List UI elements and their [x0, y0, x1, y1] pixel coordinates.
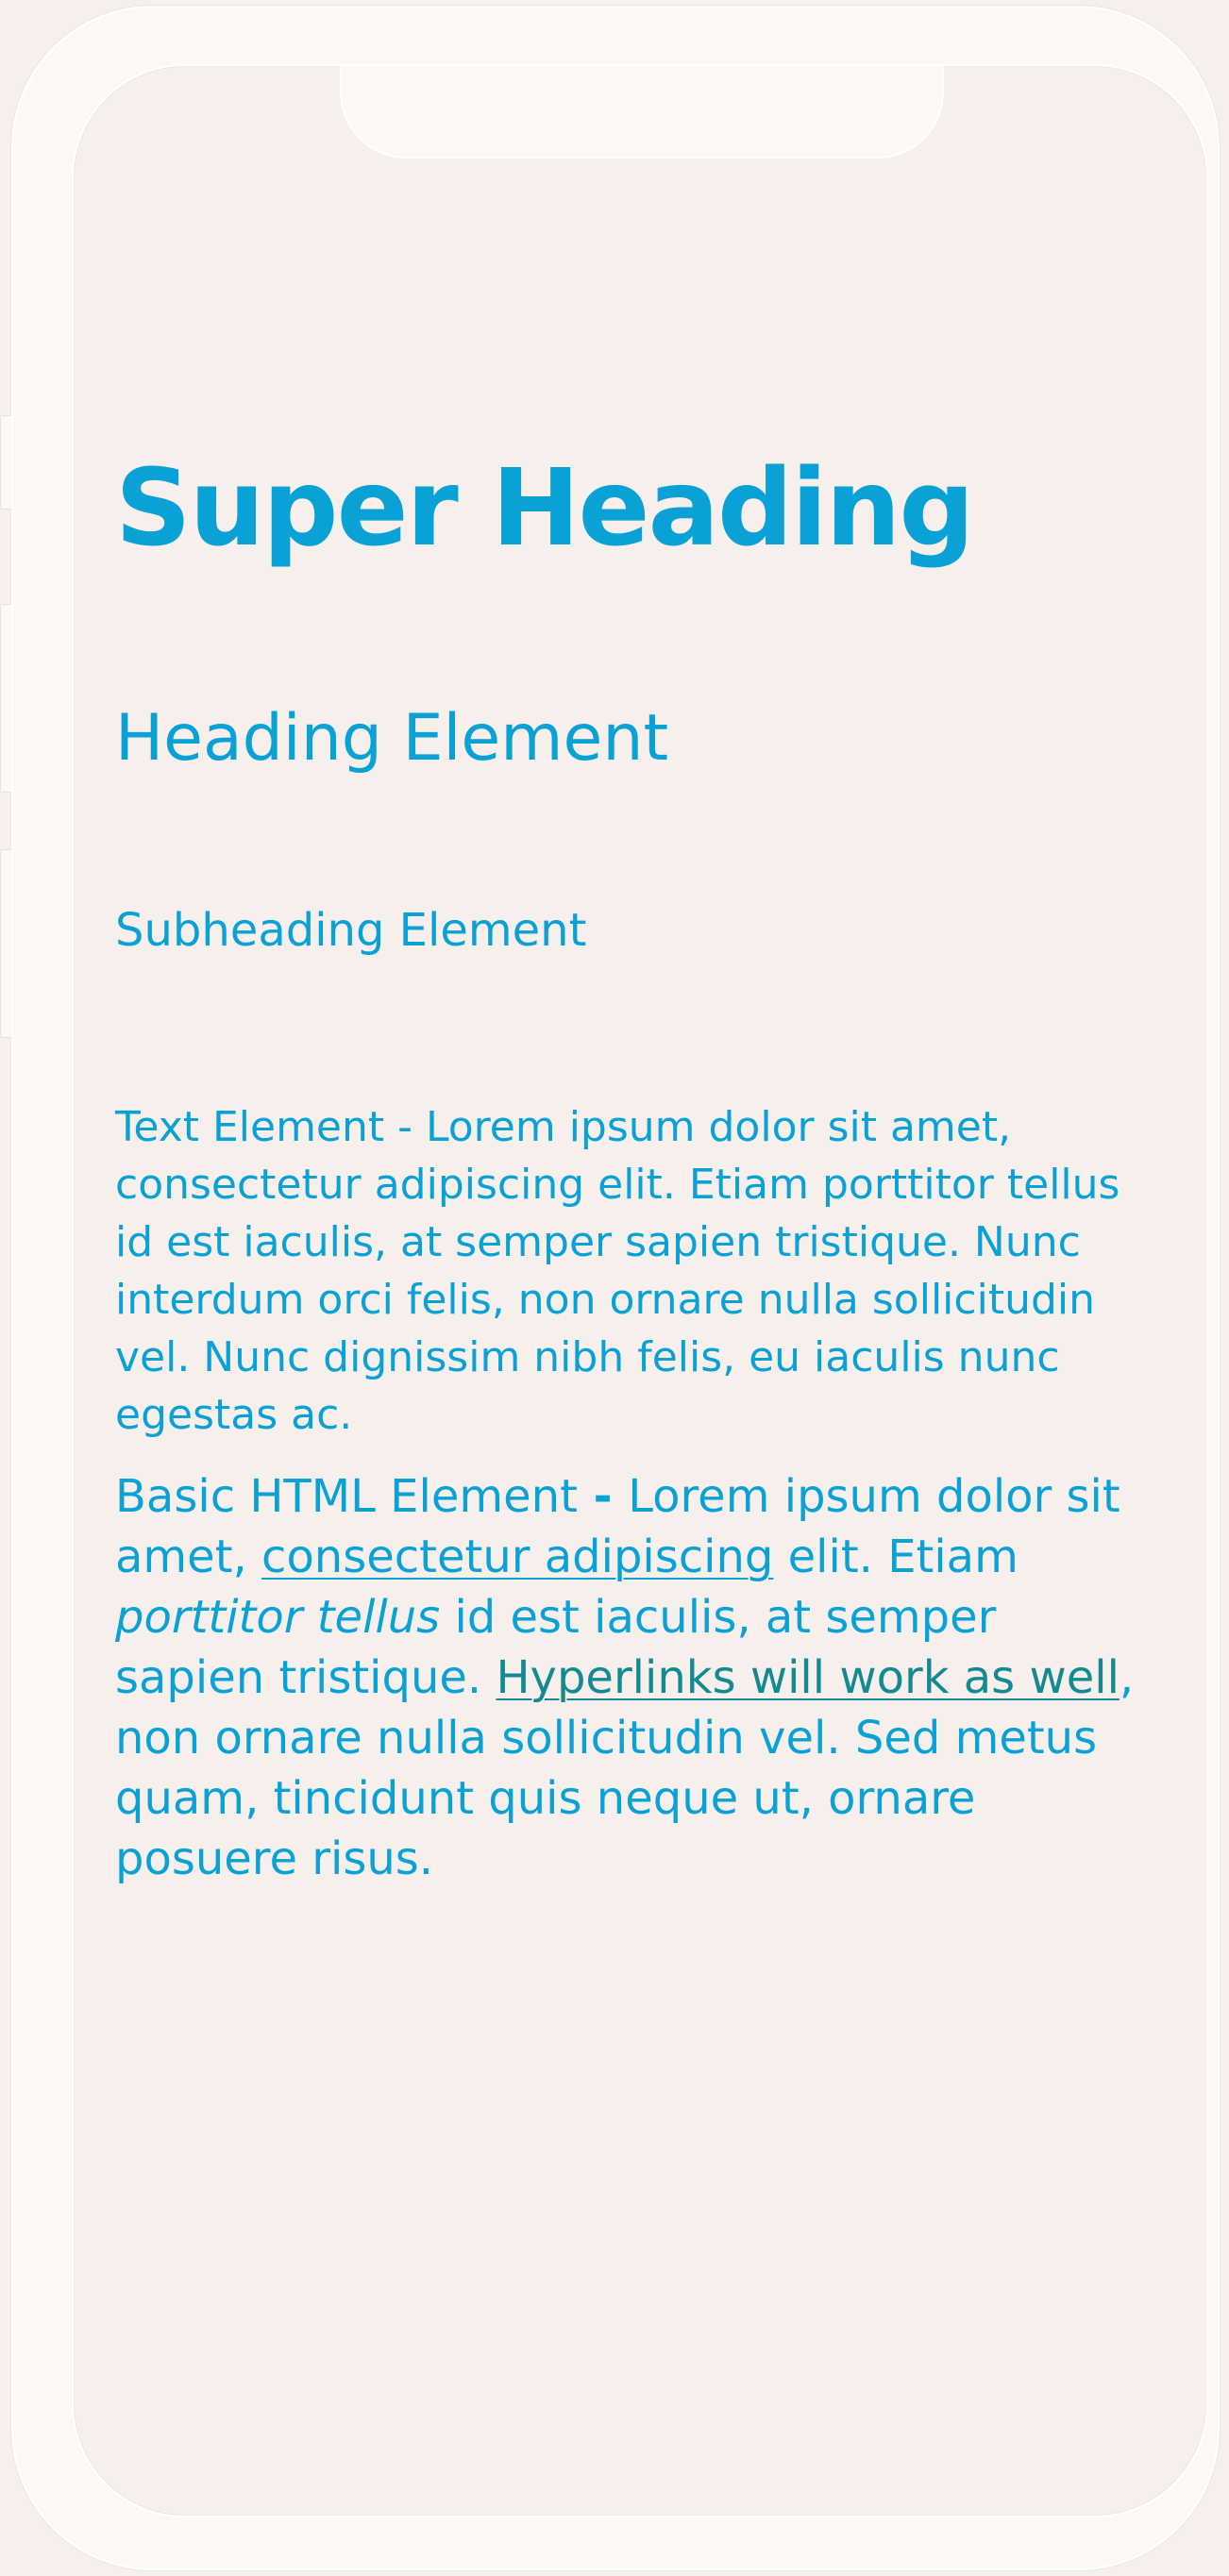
subheading-element: Subheading Element	[115, 904, 587, 957]
basic-html-label: Basic HTML Element	[115, 1470, 578, 1523]
phone-side-button-middle	[0, 604, 11, 793]
heading-element: Heading Element	[115, 701, 669, 776]
hyperlinks-link[interactable]: Hyperlinks will work as well	[496, 1651, 1119, 1704]
basic-html-element: Basic HTML Element - Lorem ipsum dolor s…	[115, 1466, 1146, 1889]
basic-html-dash: -	[577, 1470, 629, 1523]
phone-side-button-top	[0, 415, 11, 510]
phone-screen: Super Heading Heading Element Subheading…	[72, 64, 1208, 2517]
phone-side-button-bottom	[0, 849, 11, 1038]
super-heading: Super Heading	[115, 447, 974, 570]
text-element: Text Element - Lorem ipsum dolor sit ame…	[115, 1103, 1120, 1439]
basic-html-text-2: elit. Etiam	[773, 1531, 1019, 1583]
consectetur-adipiscing-link[interactable]: consectetur adipiscing	[261, 1531, 773, 1583]
phone-notch	[340, 66, 944, 159]
basic-html-italic-text: porttitor tellus	[115, 1591, 441, 1644]
